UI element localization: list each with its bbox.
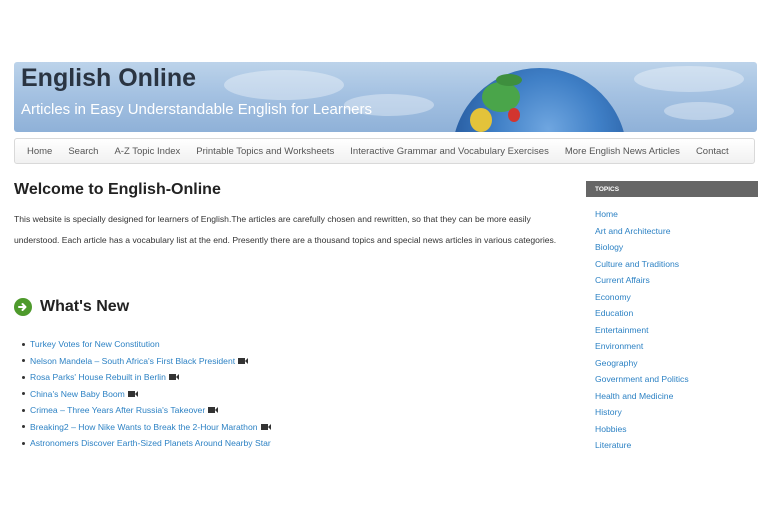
list-item: Rosa Parks' House Rebuilt in Berlin — [22, 369, 271, 386]
topic-link-hobbies[interactable]: Hobbies — [595, 424, 627, 434]
topic-link-environment[interactable]: Environment — [595, 341, 643, 351]
list-item: Home — [595, 206, 689, 223]
list-item: Crimea – Three Years After Russia's Take… — [22, 402, 271, 419]
list-item: Environment — [595, 338, 689, 355]
news-link[interactable]: Turkey Votes for New Constitution — [30, 339, 160, 349]
list-item: Health and Medicine — [595, 388, 689, 405]
news-link[interactable]: Breaking2 – How Nike Wants to Break the … — [30, 422, 258, 432]
list-item: Government and Politics — [595, 371, 689, 388]
header-banner: English Online Articles in Easy Understa… — [14, 62, 757, 132]
news-link[interactable]: Astronomers Discover Earth-Sized Planets… — [30, 438, 271, 448]
list-item: Economy — [595, 289, 689, 306]
topic-link-biology[interactable]: Biology — [595, 242, 623, 252]
list-item: Geography — [595, 355, 689, 372]
nav-item-interactive-exercises[interactable]: Interactive Grammar and Vocabulary Exerc… — [350, 146, 549, 157]
list-item: Current Affairs — [595, 272, 689, 289]
list-item: Education — [595, 305, 689, 322]
list-item: Art and Architecture — [595, 223, 689, 240]
topic-link-culture-traditions[interactable]: Culture and Traditions — [595, 259, 679, 269]
arrow-right-circle-icon — [14, 298, 32, 316]
intro-text: This website is specially designed for l… — [14, 214, 557, 245]
video-camera-icon — [260, 423, 271, 430]
list-item: China's New Baby Boom — [22, 386, 271, 403]
topic-link-current-affairs[interactable]: Current Affairs — [595, 275, 650, 285]
news-link[interactable]: Nelson Mandela – South Africa's First Bl… — [30, 356, 235, 366]
whats-new-heading: What's New — [14, 298, 129, 316]
video-camera-icon — [238, 357, 249, 364]
bullet-icon — [22, 359, 25, 363]
topic-link-literature[interactable]: Literature — [595, 440, 631, 450]
list-item: Astronomers Discover Earth-Sized Planets… — [22, 435, 271, 452]
list-item: Culture and Traditions — [595, 256, 689, 273]
nav-item-search[interactable]: Search — [68, 146, 98, 157]
banner-map-shape — [634, 66, 744, 92]
bullet-icon — [22, 342, 25, 346]
list-item: Entertainment — [595, 322, 689, 339]
topic-link-government-politics[interactable]: Government and Politics — [595, 374, 689, 384]
video-camera-icon — [168, 374, 179, 381]
bullet-icon — [22, 392, 25, 396]
nav-item-contact[interactable]: Contact — [696, 146, 729, 157]
news-link[interactable]: Rosa Parks' House Rebuilt in Berlin — [30, 372, 166, 382]
topic-link-home[interactable]: Home — [595, 209, 618, 219]
banner-map-shape — [664, 102, 734, 120]
list-item: Hobbies — [595, 421, 689, 438]
welcome-title: Welcome to English-Online — [14, 181, 221, 198]
topic-link-health-medicine[interactable]: Health and Medicine — [595, 391, 673, 401]
globe-land — [470, 108, 492, 132]
banner-map-shape — [224, 70, 344, 100]
topic-link-geography[interactable]: Geography — [595, 358, 638, 368]
news-link[interactable]: Crimea – Three Years After Russia's Take… — [30, 405, 205, 415]
topic-link-art-architecture[interactable]: Art and Architecture — [595, 226, 670, 236]
globe-image — [452, 68, 627, 132]
nav-item-home[interactable]: Home — [27, 146, 52, 157]
bullet-icon — [22, 425, 25, 429]
list-item: Nelson Mandela – South Africa's First Bl… — [22, 353, 271, 370]
list-item: Literature — [595, 437, 689, 454]
topic-link-entertainment[interactable]: Entertainment — [595, 325, 649, 335]
main-nav: Home Search A-Z Topic Index Printable To… — [14, 138, 755, 164]
topic-link-economy[interactable]: Economy — [595, 292, 631, 302]
site-tagline: Articles in Easy Understandable English … — [21, 101, 373, 118]
list-item: Breaking2 – How Nike Wants to Break the … — [22, 419, 271, 436]
list-item: Turkey Votes for New Constitution — [22, 336, 271, 353]
bullet-icon — [22, 441, 25, 445]
globe-land — [496, 74, 522, 86]
list-item: History — [595, 404, 689, 421]
page: English Online Articles in Easy Understa… — [0, 0, 768, 512]
globe-land — [508, 108, 520, 122]
nav-item-more-news[interactable]: More English News Articles — [565, 146, 680, 157]
whats-new-title: What's New — [40, 298, 130, 315]
list-item: Biology — [595, 239, 689, 256]
nav-item-printable-topics[interactable]: Printable Topics and Worksheets — [196, 146, 334, 157]
nav-item-a-z-topic-index[interactable]: A-Z Topic Index — [114, 146, 180, 157]
news-list: Turkey Votes for New Constitution Nelson… — [22, 336, 271, 452]
video-camera-icon — [208, 407, 219, 414]
topic-link-education[interactable]: Education — [595, 308, 633, 318]
video-camera-icon — [127, 390, 138, 397]
bullet-icon — [22, 375, 25, 379]
news-link[interactable]: China's New Baby Boom — [30, 389, 125, 399]
site-title[interactable]: English Online — [21, 64, 196, 93]
topic-link-history[interactable]: History — [595, 407, 622, 417]
topics-header: TOPICS — [586, 181, 758, 197]
topics-list: Home Art and Architecture Biology Cultur… — [595, 206, 689, 454]
bullet-icon — [22, 408, 25, 412]
